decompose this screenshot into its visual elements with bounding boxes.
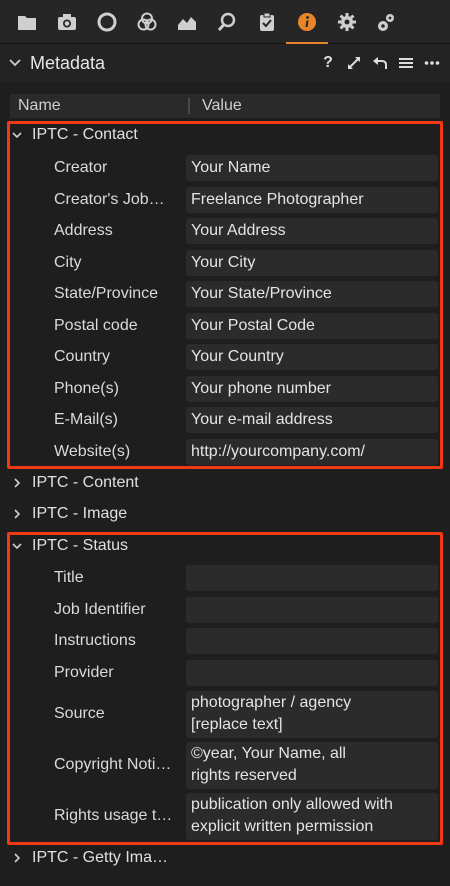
field-value-input[interactable] bbox=[186, 627, 438, 654]
value-column-header[interactable]: Value bbox=[202, 97, 242, 115]
column-divider[interactable] bbox=[188, 98, 190, 114]
field-row: Address Your Address bbox=[0, 217, 450, 244]
lens-icon[interactable] bbox=[92, 7, 122, 37]
field-value-input[interactable]: Freelance Photographer bbox=[186, 186, 438, 213]
field-value-input[interactable] bbox=[186, 564, 438, 591]
field-row: Title bbox=[0, 564, 450, 591]
field-row: Phone(s) Your phone number bbox=[0, 375, 450, 402]
field-value-input[interactable]: http://yourcompany.com/ bbox=[186, 438, 438, 465]
section-iptc-image[interactable]: IPTC - Image bbox=[0, 499, 450, 529]
exposure-icon[interactable] bbox=[172, 7, 202, 37]
section-label: IPTC - Image bbox=[32, 505, 128, 522]
section-iptc-getty[interactable]: IPTC - Getty Ima… bbox=[0, 843, 450, 873]
more-icon[interactable] bbox=[424, 55, 440, 71]
header-actions: ? bbox=[320, 44, 440, 82]
name-column-header[interactable]: Name bbox=[10, 97, 188, 115]
field-value-input[interactable]: Your Address bbox=[186, 217, 438, 244]
field-value-input[interactable]: Your e-mail address bbox=[186, 406, 438, 433]
field-label: State/Province bbox=[54, 284, 159, 302]
reset-icon[interactable] bbox=[372, 55, 388, 71]
library-icon[interactable] bbox=[12, 7, 42, 37]
field-label: Rights usage t… bbox=[54, 807, 173, 824]
panel-title: Metadata bbox=[30, 52, 106, 73]
field-label: Website(s) bbox=[54, 442, 131, 460]
field-row: State/Province Your State/Province bbox=[0, 280, 450, 307]
metadata-panel-header[interactable]: Metadata ? bbox=[0, 44, 450, 82]
field-row: Country Your Country bbox=[0, 343, 450, 370]
chevron-down-icon[interactable] bbox=[12, 541, 22, 551]
field-value-input[interactable]: publication only allowed with explicit w… bbox=[186, 792, 438, 840]
field-label: E-Mail(s) bbox=[54, 410, 118, 428]
field-label: Address bbox=[54, 221, 113, 239]
column-header: Name Value bbox=[10, 94, 440, 118]
section-label: IPTC - Getty Ima… bbox=[32, 849, 169, 866]
color-icon[interactable] bbox=[132, 7, 162, 37]
section-iptc-status[interactable]: IPTC - Status bbox=[0, 531, 450, 561]
field-row: Creator Your Name bbox=[0, 154, 450, 181]
section-label: IPTC - Content bbox=[32, 474, 139, 491]
adjustments-icon[interactable] bbox=[252, 7, 282, 37]
field-row: Postal code Your Postal Code bbox=[0, 312, 450, 339]
chevron-right-icon[interactable] bbox=[12, 509, 22, 519]
batch-icon[interactable] bbox=[372, 7, 402, 37]
field-value-input[interactable]: Your State/Province bbox=[186, 280, 438, 307]
field-value-input[interactable] bbox=[186, 596, 438, 623]
field-row: Provider bbox=[0, 659, 450, 686]
expand-icon[interactable] bbox=[346, 55, 362, 71]
field-row: Creator's Job… Freelance Photographer bbox=[0, 186, 450, 213]
field-row: Job Identifier bbox=[0, 596, 450, 623]
settings-icon[interactable] bbox=[332, 7, 362, 37]
chevron-right-icon[interactable] bbox=[12, 853, 22, 863]
chevron-down-icon[interactable] bbox=[12, 130, 22, 140]
field-label: Country bbox=[54, 347, 111, 365]
help-icon[interactable]: ? bbox=[320, 54, 336, 71]
field-value-input[interactable]: Your Name bbox=[186, 154, 438, 181]
field-row: City Your City bbox=[0, 249, 450, 276]
field-label: Instructions bbox=[54, 631, 136, 649]
chevron-right-icon[interactable] bbox=[12, 478, 22, 488]
field-label: Creator bbox=[54, 158, 108, 176]
tool-tabs bbox=[0, 0, 450, 44]
chevron-down-icon[interactable] bbox=[8, 56, 22, 70]
field-value-input[interactable]: photographer / agency [replace text] bbox=[186, 690, 438, 738]
field-value-input[interactable]: Your City bbox=[186, 249, 438, 276]
field-label: Phone(s) bbox=[54, 379, 119, 397]
section-iptc-content[interactable]: IPTC - Content bbox=[0, 468, 450, 498]
section-label: IPTC - Contact bbox=[32, 126, 138, 143]
field-row: Instructions bbox=[0, 627, 450, 654]
field-value-input[interactable]: Your phone number bbox=[186, 375, 438, 402]
details-icon[interactable] bbox=[212, 7, 242, 37]
field-value-input[interactable]: Your Postal Code bbox=[186, 312, 438, 339]
field-row: Source photographer / agency [replace tex… bbox=[0, 690, 450, 738]
section-iptc-contact[interactable]: IPTC - Contact bbox=[0, 120, 450, 150]
field-row: E-Mail(s) Your e-mail address bbox=[0, 406, 450, 433]
section-label: IPTC - Status bbox=[32, 537, 129, 554]
field-label: Postal code bbox=[54, 316, 138, 334]
metadata-info-icon[interactable] bbox=[286, 7, 328, 44]
field-label: Provider bbox=[54, 663, 114, 681]
field-value-input[interactable]: ©year, Your Name, all rights reserved bbox=[186, 741, 438, 789]
field-label: Creator's Job… bbox=[54, 190, 165, 208]
presets-icon[interactable] bbox=[398, 55, 414, 71]
field-label: Copyright Noti… bbox=[54, 756, 172, 773]
field-row: Website(s) http://yourcompany.com/ bbox=[0, 438, 450, 465]
field-label: Source bbox=[54, 705, 105, 722]
capture-icon[interactable] bbox=[52, 7, 82, 37]
field-value-input[interactable] bbox=[186, 659, 438, 686]
field-value-input[interactable]: Your Country bbox=[186, 343, 438, 370]
field-row: Copyright Noti… ©year, Your Name, all rig… bbox=[0, 741, 450, 789]
field-row: Rights usage t… publication only allowed … bbox=[0, 792, 450, 840]
field-label: City bbox=[54, 253, 82, 271]
field-label: Job Identifier bbox=[54, 600, 146, 618]
field-label: Title bbox=[54, 568, 84, 586]
